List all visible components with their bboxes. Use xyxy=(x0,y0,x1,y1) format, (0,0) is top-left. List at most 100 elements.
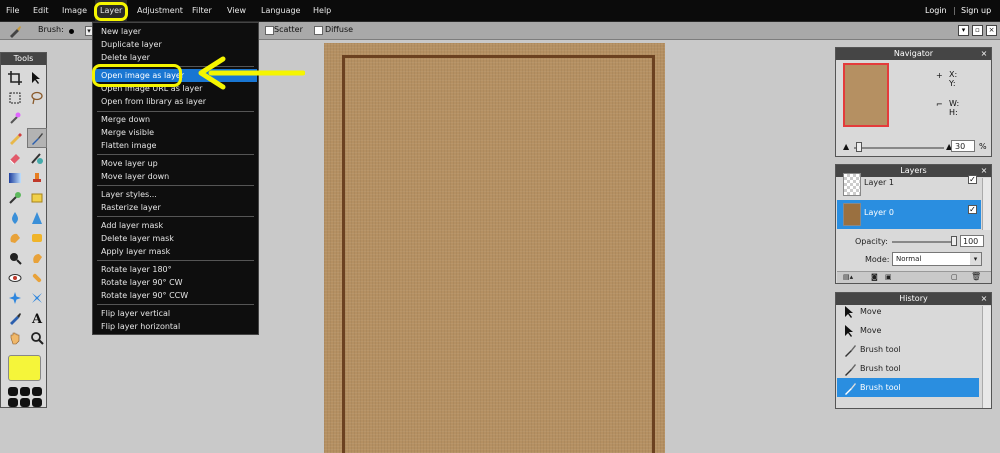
zoom-out-icon[interactable]: ▲ xyxy=(843,142,849,151)
menu-item-merge-visible[interactable]: Merge visible xyxy=(94,126,257,139)
close-icon[interactable]: × xyxy=(980,295,988,303)
delete-layer-icon[interactable]: 🗑 xyxy=(971,272,981,281)
signup-link[interactable]: Sign up xyxy=(961,0,991,22)
history-scrollbar[interactable] xyxy=(982,306,991,408)
layer-visibility-checkbox[interactable]: ✓ xyxy=(968,175,977,184)
close-icon[interactable]: × xyxy=(980,50,988,58)
blur-tool-icon[interactable] xyxy=(5,208,25,228)
sponge-tool-icon[interactable] xyxy=(27,228,47,248)
menu-item-merge-down[interactable]: Merge down xyxy=(94,113,257,126)
swatch-dot[interactable] xyxy=(32,398,42,407)
menu-adjustment[interactable]: Adjustment xyxy=(132,0,188,22)
menu-item-rotate-180[interactable]: Rotate layer 180° xyxy=(94,263,257,276)
menu-separator xyxy=(97,216,254,217)
hand-tool-icon[interactable] xyxy=(5,328,25,348)
burn-tool-icon[interactable] xyxy=(27,248,47,268)
swatch-dot[interactable] xyxy=(8,398,18,407)
history-item[interactable]: Brush tool xyxy=(837,359,979,378)
crop-tool-icon[interactable] xyxy=(5,68,25,88)
layer-adjust-icon[interactable]: ▣ xyxy=(885,273,892,281)
close-icon[interactable]: × xyxy=(980,167,988,175)
menu-item-open-from-library[interactable]: Open from library as layer xyxy=(94,95,257,108)
menu-item-flatten-image[interactable]: Flatten image xyxy=(94,139,257,152)
login-link[interactable]: Login xyxy=(925,0,947,22)
pencil-tool-icon[interactable] xyxy=(5,128,25,148)
color-picker-icon[interactable] xyxy=(5,188,25,208)
gradient-tool-icon[interactable] xyxy=(5,168,25,188)
layer-visibility-checkbox[interactable]: ✓ xyxy=(968,205,977,214)
zoom-input[interactable]: 30 xyxy=(951,140,975,152)
menu-item-move-layer-down[interactable]: Move layer down xyxy=(94,170,257,183)
menu-item-layer-styles[interactable]: Layer styles... xyxy=(94,188,257,201)
magic-wand-icon[interactable] xyxy=(5,108,25,128)
menu-item-duplicate-layer[interactable]: Duplicate layer xyxy=(94,38,257,51)
lasso-tool-icon[interactable] xyxy=(27,88,47,108)
menu-item-new-layer[interactable]: New layer xyxy=(94,25,257,38)
menu-item-flip-vertical[interactable]: Flip layer vertical xyxy=(94,307,257,320)
menu-item-add-layer-mask[interactable]: Add layer mask xyxy=(94,219,257,232)
move-tool-icon[interactable] xyxy=(27,68,47,88)
menu-edit[interactable]: Edit xyxy=(28,0,54,22)
swatch-dot[interactable] xyxy=(8,387,18,396)
diffuse-checkbox[interactable] xyxy=(314,26,323,35)
window-restore-button[interactable]: ▫ xyxy=(972,25,983,36)
zoom-tool-icon[interactable] xyxy=(27,328,47,348)
brush-preview[interactable] xyxy=(69,29,74,34)
opacity-input[interactable]: 100 xyxy=(960,235,984,247)
zoom-slider-handle[interactable] xyxy=(856,142,862,152)
layers-scrollbar[interactable] xyxy=(982,178,991,230)
menu-item-flip-horizontal[interactable]: Flip layer horizontal xyxy=(94,320,257,333)
sharpen-tool-icon[interactable] xyxy=(27,208,47,228)
menu-item-apply-layer-mask[interactable]: Apply layer mask xyxy=(94,245,257,258)
brush-tool-icon[interactable] xyxy=(27,128,47,148)
replace-color-icon[interactable] xyxy=(27,148,47,168)
primary-color-swatch[interactable] xyxy=(8,355,41,381)
new-layer-icon[interactable]: ▢ xyxy=(951,273,958,281)
marquee-tool-icon[interactable] xyxy=(5,88,25,108)
red-eye-tool-icon[interactable] xyxy=(5,268,25,288)
menu-item-rasterize-layer[interactable]: Rasterize layer xyxy=(94,201,257,214)
swatch-dot[interactable] xyxy=(20,398,30,407)
history-item-selected[interactable]: Brush tool xyxy=(837,378,979,397)
layer-settings-icon[interactable]: ▤▴ xyxy=(843,273,853,281)
opacity-slider-handle[interactable] xyxy=(951,236,957,246)
color-options[interactable] xyxy=(8,387,42,407)
menu-view[interactable]: View xyxy=(222,0,251,22)
swatch-dot[interactable] xyxy=(32,387,42,396)
scatter-checkbox[interactable] xyxy=(265,26,274,35)
menu-image[interactable]: Image xyxy=(57,0,92,22)
menu-item-move-layer-up[interactable]: Move layer up xyxy=(94,157,257,170)
swatch-dot[interactable] xyxy=(20,387,30,396)
layer-row-layer-1[interactable]: Layer 1 ✓ xyxy=(837,170,981,199)
blend-mode-select[interactable]: Normal ▾ xyxy=(892,252,982,266)
menu-language[interactable]: Language xyxy=(256,0,305,22)
eraser-tool-icon[interactable] xyxy=(5,148,25,168)
text-tool-icon[interactable]: A xyxy=(27,308,47,328)
menu-item-rotate-90-cw[interactable]: Rotate layer 90° CW xyxy=(94,276,257,289)
menu-file[interactable]: File xyxy=(1,0,24,22)
opacity-slider-track[interactable] xyxy=(892,241,956,243)
dodge-tool-icon[interactable] xyxy=(5,248,25,268)
smudge-tool-icon[interactable] xyxy=(5,228,25,248)
navigator-thumbnail[interactable] xyxy=(843,63,889,127)
drawing-tool-icon[interactable] xyxy=(27,188,47,208)
pinch-tool-icon[interactable] xyxy=(27,288,47,308)
history-item[interactable]: Move xyxy=(837,321,979,340)
layer-row-layer-0[interactable]: Layer 0 ✓ xyxy=(837,200,981,229)
brush-tool-icon xyxy=(845,383,856,395)
window-dropdown-button[interactable]: ▾ xyxy=(958,25,969,36)
pen-tool-icon[interactable] xyxy=(5,308,25,328)
document-canvas[interactable] xyxy=(324,43,665,453)
menu-item-rotate-90-ccw[interactable]: Rotate layer 90° CCW xyxy=(94,289,257,302)
zoom-slider-track[interactable] xyxy=(854,147,944,149)
history-item[interactable]: Move xyxy=(837,302,979,321)
menu-help[interactable]: Help xyxy=(308,0,336,22)
stamp-tool-icon[interactable] xyxy=(27,168,47,188)
history-item[interactable]: Brush tool xyxy=(837,340,979,359)
bloat-tool-icon[interactable] xyxy=(5,288,25,308)
menu-item-delete-layer-mask[interactable]: Delete layer mask xyxy=(94,232,257,245)
window-close-button[interactable]: × xyxy=(986,25,997,36)
spot-heal-icon[interactable] xyxy=(27,268,47,288)
layer-mask-icon[interactable]: ◙ xyxy=(871,273,878,281)
menu-filter[interactable]: Filter xyxy=(187,0,217,22)
